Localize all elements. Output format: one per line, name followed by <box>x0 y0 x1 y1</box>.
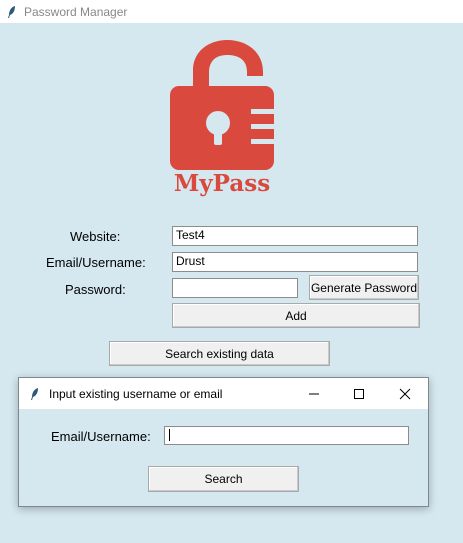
feather-icon <box>31 387 38 400</box>
dialog-title-bar: Input existing username or email <box>19 378 428 409</box>
mypass-logo: MyPass <box>170 40 275 197</box>
add-button[interactable]: Add <box>172 303 420 328</box>
close-icon <box>399 388 411 399</box>
generate-password-label: Generate Password <box>310 280 418 295</box>
password-label: Password: <box>65 282 126 297</box>
close-button[interactable] <box>383 378 427 409</box>
maximize-icon <box>354 388 364 399</box>
minimize-icon <box>309 393 319 394</box>
add-label: Add <box>285 308 307 323</box>
title-bar: Password Manager <box>0 0 463 23</box>
maximize-button[interactable] <box>337 378 381 409</box>
search-existing-button[interactable]: Search existing data <box>109 341 330 366</box>
search-existing-label: Search existing data <box>165 346 274 361</box>
dialog-title: Input existing username or email <box>49 386 223 401</box>
password-input[interactable] <box>172 278 298 298</box>
search-dialog: Input existing username or email Email/U… <box>18 377 429 507</box>
email-label: Email/Username: <box>46 255 146 270</box>
email-input[interactable]: Drust <box>172 252 418 272</box>
generate-password-button[interactable]: Generate Password <box>309 275 419 300</box>
logo-text: MyPass <box>174 170 270 197</box>
website-label: Website: <box>70 229 121 244</box>
dialog-email-label: Email/Username: <box>51 429 151 444</box>
website-input[interactable]: Test4 <box>172 226 418 246</box>
window-title: Password Manager <box>24 4 128 19</box>
dialog-email-input[interactable] <box>164 426 409 445</box>
minimize-button[interactable] <box>292 378 336 409</box>
text-cursor <box>169 429 170 441</box>
dialog-search-button[interactable]: Search <box>148 466 299 492</box>
feather-icon <box>8 5 15 18</box>
dialog-search-label: Search <box>204 472 243 486</box>
